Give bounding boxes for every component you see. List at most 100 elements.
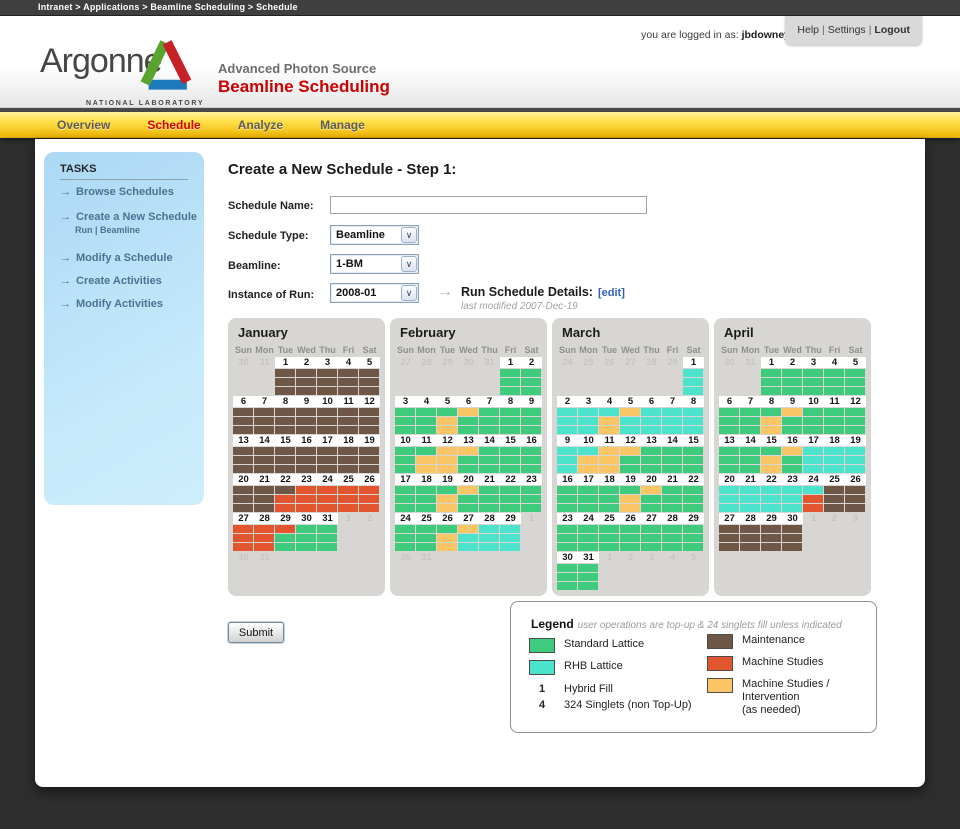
schedule-bar-maintenance [317,417,337,425]
sidebar-item-modify-activities[interactable]: →Modify Activities [60,298,163,310]
logout-link[interactable]: Logout [874,24,910,36]
chevron-down-icon[interactable]: ∨ [401,227,417,243]
tasks-sidebar: TASKS →Browse Schedules →Create a New Sc… [44,152,204,505]
weekday-label: Tue [599,345,620,355]
weekday-label: Wed [782,345,803,355]
day-cell: 12 [359,396,380,435]
schedule-bar-ms-intervention [437,426,457,434]
schedule-bar-standard [740,408,760,416]
day-number: 20 [719,474,740,485]
day-cell: 8 [761,396,782,435]
schedule-bar-machine-studies [338,495,358,503]
day-cell: 11 [416,435,437,474]
schedule-bar-standard [521,486,541,494]
schedule-bar-standard [395,525,415,533]
day-number: 21 [479,474,500,485]
tab-analyze[interactable]: Analyze [238,118,283,132]
sidebar-item-modify-schedule[interactable]: →Modify a Schedule [60,252,173,264]
chevron-down-icon[interactable]: ∨ [401,256,417,272]
schedule-bar-ms-intervention [761,426,781,434]
schedule-bar-standard [416,534,436,542]
day-cell: 9 [296,396,317,435]
weekday-label: Sat [683,345,704,355]
day-cell: 29 [275,513,296,552]
day-cell: 27 [620,357,641,396]
breadcrumb[interactable]: Intranet > Applications > Beamline Sched… [0,0,960,16]
schedule-bar-ms-intervention [761,417,781,425]
schedule-bar-standard [521,495,541,503]
divider [60,179,188,180]
schedule-bar-rhb [845,447,865,455]
schedule-bar-standard [296,534,316,542]
tab-manage[interactable]: Manage [320,118,365,132]
month-title: February [400,325,547,340]
day-number: 24 [395,513,416,524]
schedule-bar-maintenance [233,447,253,455]
schedule-bar-maintenance [359,456,379,464]
day-cell: 19 [437,474,458,513]
schedule-bar-machine-studies [233,543,253,551]
sidebar-subitem-run-beamline[interactable]: Run | Beamline [75,225,140,235]
schedule-bar-standard [479,417,499,425]
instance-of-run-select[interactable]: 2008-01 ∨ [330,283,419,303]
schedule-bar-standard [557,504,577,512]
help-link[interactable]: Help [797,24,819,36]
day-cell: 28 [254,513,275,552]
schedule-bar-standard [719,417,739,425]
schedule-bar-maintenance [338,387,358,395]
schedule-bar-standard [458,465,478,473]
sidebar-item-create-new-schedule[interactable]: →Create a New Schedule [60,211,197,223]
schedule-bar-rhb [782,495,802,503]
day-number: 26 [845,474,866,485]
schedule-bar-standard [416,426,436,434]
schedule-bar-standard [662,534,682,542]
month-panel-january: JanuarySunMonTueWedThuFriSat303112345678… [228,318,385,596]
submit-button[interactable]: Submit [228,622,284,643]
schedule-bar-standard [782,426,802,434]
weekday-label: Tue [761,345,782,355]
day-number: 17 [578,474,599,485]
schedule-bar-rhb [578,408,598,416]
beamline-scheduling-page: Intranet > Applications > Beamline Sched… [0,0,960,829]
chevron-down-icon[interactable]: ∨ [401,285,417,301]
schedule-bar-standard [719,426,739,434]
day-number: 19 [845,435,866,446]
day-cell: 5 [437,396,458,435]
schedule-bar-standard [557,495,577,503]
sidebar-item-browse-schedules[interactable]: →Browse Schedules [60,186,174,198]
edit-link[interactable]: [edit] [598,287,625,299]
day-cell: 29 [500,513,521,552]
app-supertitle: Advanced Photon Source [218,61,376,76]
schedule-bar-ms-intervention [599,456,619,464]
calendar-week-row: 10111213141516 [395,435,547,474]
day-number: 30 [296,513,317,524]
sidebar-item-create-activities[interactable]: →Create Activities [60,275,162,287]
day-number: 3 [395,396,416,407]
schedule-bar-rhb [719,486,739,494]
day-number: 1 [521,513,542,524]
day-cell: 30 [782,513,803,552]
beamline-select[interactable]: 1-BM ∨ [330,254,419,274]
schedule-name-input[interactable] [330,196,647,214]
schedule-bar-rhb [683,369,703,377]
tab-overview[interactable]: Overview [57,118,110,132]
schedule-bar-standard [824,426,844,434]
schedule-type-select[interactable]: Beamline ∨ [330,225,419,245]
day-cell: 21 [479,474,500,513]
settings-link[interactable]: Settings [828,24,866,36]
month-panel-february: FebruarySunMonTueWedThuFriSat27282930311… [390,318,547,596]
schedule-bar-standard [395,417,415,425]
day-cell: 16 [296,435,317,474]
day-number: 29 [683,513,704,524]
schedule-bar-ms-intervention [761,456,781,464]
schedule-bar-maintenance [275,486,295,494]
schedule-bar-ms-intervention [641,486,661,494]
day-cell: 21 [662,474,683,513]
schedule-bar-standard [641,543,661,551]
day-number: 19 [620,474,641,485]
day-cell: 22 [500,474,521,513]
schedule-bar-maintenance [359,417,379,425]
day-cell: 13 [641,435,662,474]
day-number: 8 [275,396,296,407]
tab-schedule[interactable]: Schedule [147,118,200,132]
